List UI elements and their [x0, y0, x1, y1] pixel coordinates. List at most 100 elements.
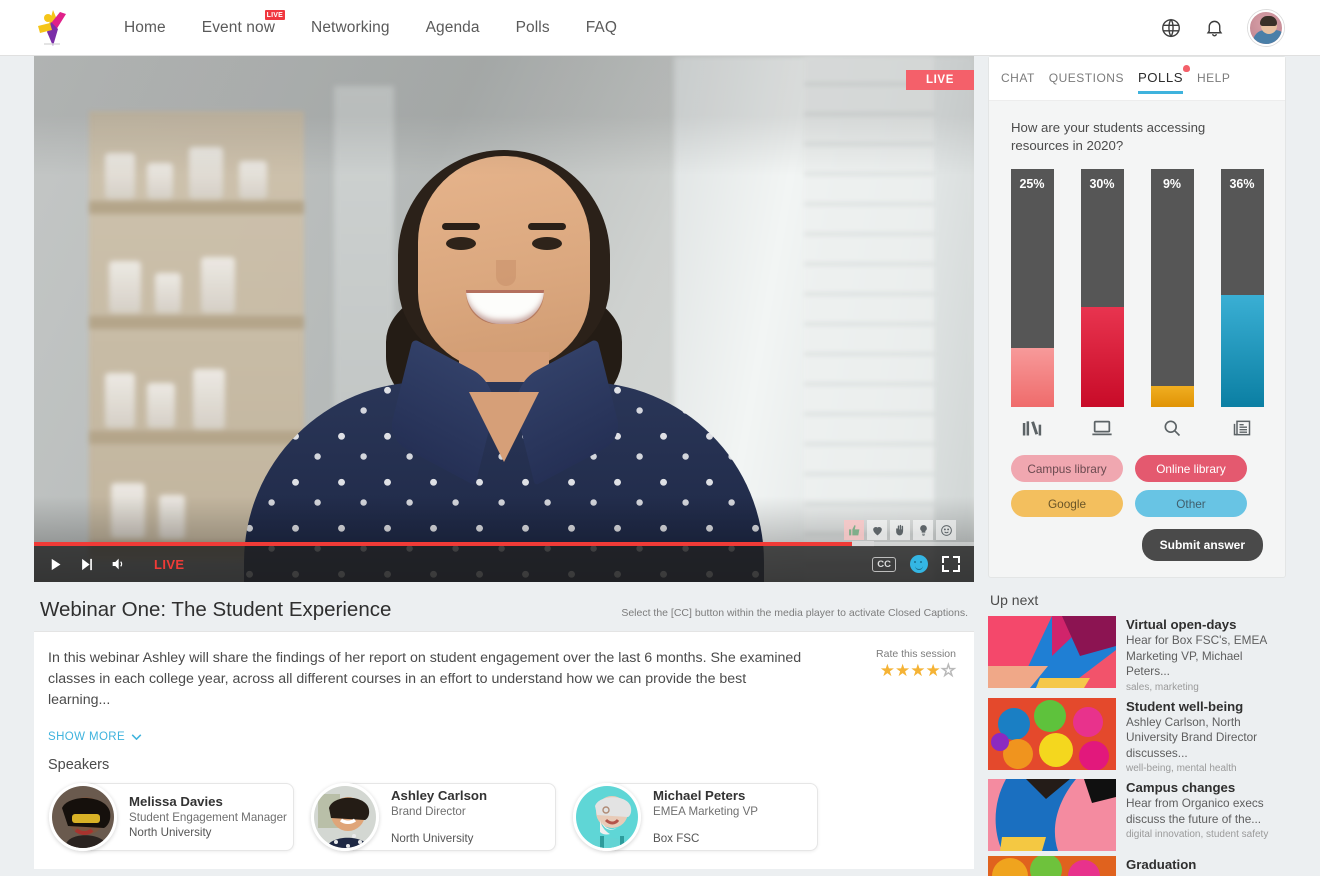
video-player[interactable]: LIVE LIVE CC	[34, 56, 974, 582]
avatar	[49, 783, 117, 851]
thumbs-up-icon[interactable]	[844, 520, 864, 540]
list-item[interactable]: Graduation	[988, 856, 1286, 876]
bell-icon[interactable]	[1204, 17, 1226, 39]
video-overlay-gradient	[34, 56, 974, 582]
poll-question: How are your students accessing resource…	[1011, 120, 1206, 153]
up-next-subtitle: Hear for Box FSC's, EMEA Marketing VP, M…	[1126, 633, 1267, 678]
notification-dot-icon	[1183, 65, 1190, 72]
tab-chat[interactable]: CHAT	[1001, 71, 1035, 87]
up-next-title: Campus changes	[1126, 780, 1236, 795]
speakers-section: Speakers Melissa Davies Student Engageme…	[34, 743, 974, 869]
tab-questions[interactable]: QUESTIONS	[1049, 71, 1124, 87]
nav-label: Event now	[201, 18, 276, 36]
poll-option-google[interactable]: Google	[1011, 490, 1123, 517]
session-description-card: In this webinar Ashley will share the fi…	[34, 631, 974, 721]
chevron-down-icon	[131, 734, 142, 740]
poll-option-online-library[interactable]: Online library	[1135, 455, 1247, 482]
option-label: Other	[1176, 496, 1206, 511]
up-next-section: Up next Virtual open-days Hear for Box F…	[988, 592, 1286, 876]
tab-label: POLLS	[1137, 70, 1183, 85]
avatar	[573, 783, 641, 851]
bar-track[interactable]: 36%	[1220, 169, 1264, 407]
engagement-panel: CHAT QUESTIONS POLLS HELP How are your s…	[988, 56, 1286, 578]
bar-value-label: 30%	[1089, 177, 1115, 191]
up-next-title: Student well-being	[1126, 698, 1244, 714]
nav-item-home[interactable]: Home	[106, 19, 184, 37]
header-actions	[1160, 9, 1284, 46]
rating-widget[interactable]: Rate this session ★★★★☆	[876, 648, 960, 711]
up-next-subtitle: Hear from Organico execs discuss the fut…	[1126, 796, 1264, 826]
search-icon	[1151, 415, 1194, 441]
newspaper-icon	[1221, 415, 1264, 441]
speakers-heading: Speakers	[48, 757, 110, 773]
tab-label: HELP	[1197, 70, 1231, 85]
cc-instruction-note: Select the [CC] button within the media …	[621, 607, 968, 619]
nav-item-polls[interactable]: Polls	[498, 19, 568, 37]
poll-option-other[interactable]: Other	[1135, 490, 1247, 517]
show-more-button[interactable]: SHOW MORE	[34, 721, 974, 743]
nav-label: Polls	[515, 18, 550, 36]
nav-item-faq[interactable]: FAQ	[568, 19, 635, 37]
list-item[interactable]: Virtual open-days Hear for Box FSC's, EM…	[988, 616, 1286, 693]
cc-button[interactable]: CC	[872, 556, 896, 572]
play-icon[interactable]	[48, 557, 63, 572]
avatar[interactable]	[1248, 9, 1284, 46]
nav-label: Home	[124, 18, 166, 36]
submit-answer-button[interactable]: Submit answer	[1141, 529, 1263, 561]
list-item[interactable]: Student well-being Ashley Carlson, North…	[988, 697, 1286, 774]
tab-label: CHAT	[1001, 70, 1035, 85]
poll-option-campus-library[interactable]: Campus library	[1011, 455, 1123, 482]
rating-label: Rate this session	[876, 648, 956, 660]
list-item[interactable]: Campus changes Hear from Organico execs …	[988, 779, 1286, 851]
nav-item-event-now[interactable]: Event now LIVE	[184, 9, 293, 37]
speaker-org: North University	[391, 832, 474, 845]
nav-item-networking[interactable]: Networking	[293, 19, 408, 37]
nav-label: FAQ	[585, 18, 618, 36]
bar-track[interactable]: 9%	[1150, 169, 1194, 407]
speaker-name: Michael Peters	[653, 788, 746, 803]
bar-value-label: 36%	[1229, 177, 1255, 191]
thumbnail	[988, 697, 1116, 770]
bar-track[interactable]: 30%	[1080, 169, 1124, 407]
speaker-role: Student Engagement Manager	[129, 811, 287, 824]
bar-fill	[1080, 307, 1124, 407]
main-nav: Home Event now LIVE Networking Agenda Po…	[106, 9, 635, 37]
speaker-card[interactable]: Ashley Carlson Brand Director North Univ…	[311, 783, 556, 851]
raised-hand-icon[interactable]	[890, 520, 910, 540]
up-next-tags: well-being, mental health	[1126, 763, 1237, 774]
tab-polls[interactable]: POLLS	[1137, 65, 1190, 94]
nav-item-agenda[interactable]: Agenda	[408, 19, 498, 37]
live-indicator[interactable]: LIVE	[154, 557, 185, 572]
bar-track[interactable]: 25%	[1010, 169, 1054, 407]
video-controls: LIVE CC	[34, 546, 974, 582]
heart-icon[interactable]	[867, 520, 887, 540]
books-icon	[1011, 415, 1054, 441]
up-next-tags: digital innovation, student safety	[1126, 829, 1269, 840]
fullscreen-icon[interactable]	[942, 556, 960, 572]
speaker-card[interactable]: Michael Peters EMEA Marketing VP Box FSC	[573, 783, 818, 851]
up-next-heading: Up next	[990, 592, 1039, 608]
top-navigation-bar: Home Event now LIVE Networking Agenda Po…	[0, 0, 1320, 56]
live-badge-nav: LIVE	[264, 9, 286, 20]
speaker-name: Melissa Davies	[129, 794, 223, 809]
star-rating[interactable]: ★★★★☆	[876, 661, 957, 681]
speaker-role: EMEA Marketing VP	[653, 805, 759, 818]
poll-results-chart: 25% 30% 9% 36%	[989, 169, 1285, 441]
up-next-title: Graduation	[1126, 857, 1197, 872]
reaction-bar	[844, 520, 956, 540]
live-badge-video[interactable]: LIVE	[906, 70, 974, 90]
globe-icon[interactable]	[1160, 17, 1182, 39]
option-label: Campus library	[1027, 461, 1107, 476]
up-next-subtitle: Ashley Carlson, North University Brand D…	[1126, 714, 1258, 760]
volume-icon[interactable]	[110, 556, 126, 572]
smiley-icon[interactable]	[936, 520, 956, 540]
thumbnail	[988, 779, 1116, 851]
lightbulb-icon[interactable]	[913, 520, 933, 540]
poll-bar-google: 9%	[1150, 169, 1194, 441]
star-person-logo[interactable]	[36, 8, 70, 48]
bar-fill	[1150, 385, 1194, 407]
emoji-icon[interactable]	[910, 555, 928, 573]
speaker-card[interactable]: Melissa Davies Student Engagement Manage…	[49, 783, 294, 851]
tab-help[interactable]: HELP	[1197, 71, 1230, 87]
skip-forward-icon[interactable]	[79, 557, 94, 572]
